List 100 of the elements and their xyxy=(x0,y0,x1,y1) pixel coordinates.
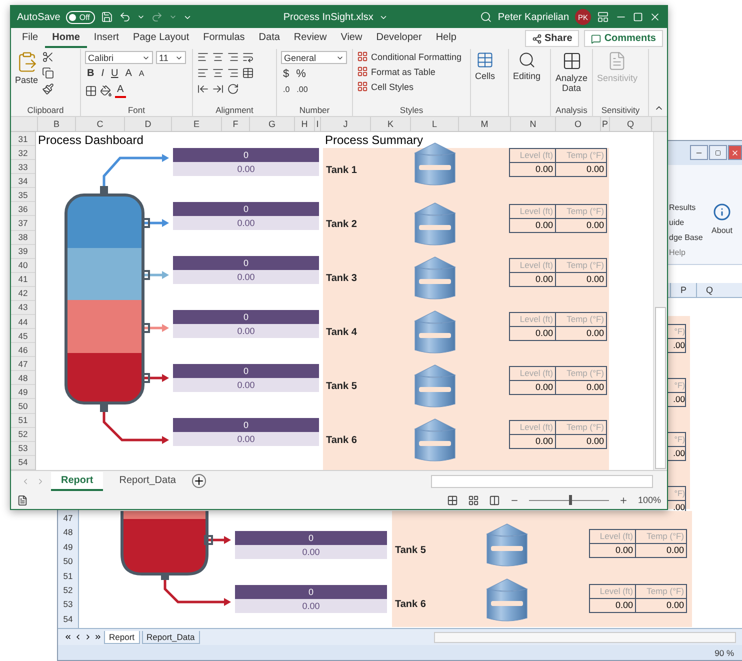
increase-indent-icon[interactable] xyxy=(212,83,224,95)
sheet-tab[interactable]: Report_Data xyxy=(109,472,186,490)
font-color-button[interactable]: A xyxy=(115,84,126,98)
decrease-indent-icon[interactable] xyxy=(197,83,209,95)
ribbon-tab[interactable]: Review xyxy=(286,29,334,48)
editing-button[interactable]: Editing xyxy=(513,51,541,81)
previous-sheet-icon[interactable] xyxy=(74,633,82,641)
wrap-text-icon[interactable] xyxy=(242,51,254,63)
font-style-button[interactable]: I xyxy=(99,68,106,80)
zoom-in-icon[interactable] xyxy=(618,496,628,504)
redo-icon[interactable] xyxy=(150,11,163,23)
table-cell-text: 0.00 xyxy=(585,163,605,176)
align-center-icon[interactable] xyxy=(212,67,224,79)
column-header: D xyxy=(125,117,172,131)
font-name-field[interactable]: Calibri xyxy=(85,51,153,64)
table-header: Temp (°F) xyxy=(556,149,606,163)
add-sheet-icon[interactable] xyxy=(192,474,206,488)
sheet-tab[interactable]: Report xyxy=(51,472,104,490)
paste-button[interactable]: Paste xyxy=(15,51,38,85)
autosave-toggle[interactable]: Off xyxy=(66,10,95,24)
tank-label: Tank 5 xyxy=(394,545,427,556)
ribbon-display-icon[interactable] xyxy=(597,11,610,23)
table-cell-text: 0.00 xyxy=(585,435,605,448)
align-left-icon[interactable] xyxy=(197,67,209,79)
number-format-field[interactable]: General xyxy=(281,51,347,64)
ribbon-tab[interactable]: View xyxy=(334,29,370,48)
tank-label: Tank 5 xyxy=(325,381,358,392)
column-header: B xyxy=(38,117,76,131)
copy-icon[interactable] xyxy=(42,67,54,79)
ribbon-item[interactable]: Results xyxy=(669,203,706,212)
grow-font-button[interactable]: A xyxy=(123,68,134,80)
merge-icon[interactable] xyxy=(242,67,254,79)
ribbon-tab[interactable]: Insert xyxy=(86,29,126,48)
font-style-button[interactable]: U xyxy=(109,68,120,80)
table-header: Temp (°F) xyxy=(636,585,686,599)
ribbon-tab[interactable]: File xyxy=(15,29,46,48)
styles-menu-item[interactable]: Format as Table xyxy=(357,66,436,77)
normal-view-icon[interactable] xyxy=(446,494,458,506)
column-header: N xyxy=(511,117,556,131)
decimal-button[interactable]: .00 xyxy=(294,84,310,96)
table-style-icon xyxy=(357,51,368,62)
font-size-field[interactable]: 11 xyxy=(156,51,186,64)
cut-icon[interactable] xyxy=(42,51,54,63)
orientation-icon[interactable] xyxy=(227,83,239,95)
font-style-button[interactable]: B xyxy=(85,68,96,80)
decimal-button[interactable]: .0 xyxy=(281,84,292,96)
table-style-icon xyxy=(357,66,368,77)
sheet-tab[interactable]: Report_Data xyxy=(142,630,200,644)
table-cell: 0.00 xyxy=(510,273,556,286)
ribbon-tab[interactable]: Data xyxy=(252,29,287,48)
align-middle-icon[interactable] xyxy=(212,51,224,63)
shrink-font-button[interactable]: A xyxy=(136,68,146,80)
ribbon-tab[interactable]: Developer xyxy=(369,29,429,48)
first-sheet-icon[interactable] xyxy=(64,633,72,641)
table-cell-text: .00 xyxy=(672,501,685,514)
number-format-button[interactable]: % xyxy=(294,68,308,80)
row-number: 46 xyxy=(11,343,35,358)
search-icon[interactable] xyxy=(480,11,492,23)
format-painter-icon[interactable] xyxy=(42,83,54,95)
number-format-button[interactable]: $ xyxy=(281,68,292,80)
table-header: Level (ft) xyxy=(590,530,636,544)
close-icon[interactable] xyxy=(649,11,662,23)
font-name: Calibri xyxy=(88,52,114,62)
caret-icon[interactable] xyxy=(136,13,145,21)
ribbon-tab[interactable]: Help xyxy=(428,29,464,48)
sheet-tab[interactable]: Report xyxy=(104,630,140,644)
ribbon-item[interactable]: dge Base xyxy=(669,233,706,242)
next-sheet-icon[interactable] xyxy=(84,633,92,641)
row-number: 42 xyxy=(11,286,35,301)
zoom-level: 100% xyxy=(638,495,661,505)
stream-value: 0 xyxy=(173,364,319,378)
fill-color-icon[interactable] xyxy=(100,85,112,97)
page-layout-icon[interactable] xyxy=(468,494,479,506)
analyze-data-button[interactable]: Analyze Data xyxy=(555,51,588,93)
ribbon-tab[interactable]: Formulas xyxy=(196,29,252,48)
stream-value: 0 xyxy=(235,531,387,545)
row-number: 52 xyxy=(11,428,35,442)
zoom-slider-thumb[interactable] xyxy=(568,494,572,504)
cells-button[interactable]: Cells xyxy=(475,51,496,81)
row-number: 34 xyxy=(11,174,35,188)
align-top-icon[interactable] xyxy=(197,51,209,63)
save-icon[interactable] xyxy=(100,11,113,23)
undo-icon[interactable] xyxy=(118,11,131,23)
ribbon-item[interactable]: uide xyxy=(669,218,706,227)
comments-button[interactable]: Comments xyxy=(584,30,663,47)
styles-menu-item[interactable]: Conditional Formatting xyxy=(357,51,462,62)
about-button[interactable]: About xyxy=(706,203,738,264)
macro-icon[interactable] xyxy=(17,494,28,506)
borders-icon[interactable] xyxy=(85,85,97,97)
caret-icon[interactable] xyxy=(168,13,177,21)
align-right-icon[interactable] xyxy=(227,67,239,79)
ribbon-tab[interactable]: Page Layout xyxy=(126,29,196,48)
table-cell-text: 0.00 xyxy=(585,273,605,286)
page-break-icon[interactable] xyxy=(488,494,500,506)
restore-button[interactable] xyxy=(709,145,727,160)
share-button[interactable]: Share xyxy=(524,30,580,47)
styles-menu-item[interactable]: Cell Styles xyxy=(357,81,414,92)
last-sheet-icon[interactable] xyxy=(94,633,102,641)
align-bottom-icon[interactable] xyxy=(227,51,239,63)
maximize-icon[interactable] xyxy=(633,12,644,22)
